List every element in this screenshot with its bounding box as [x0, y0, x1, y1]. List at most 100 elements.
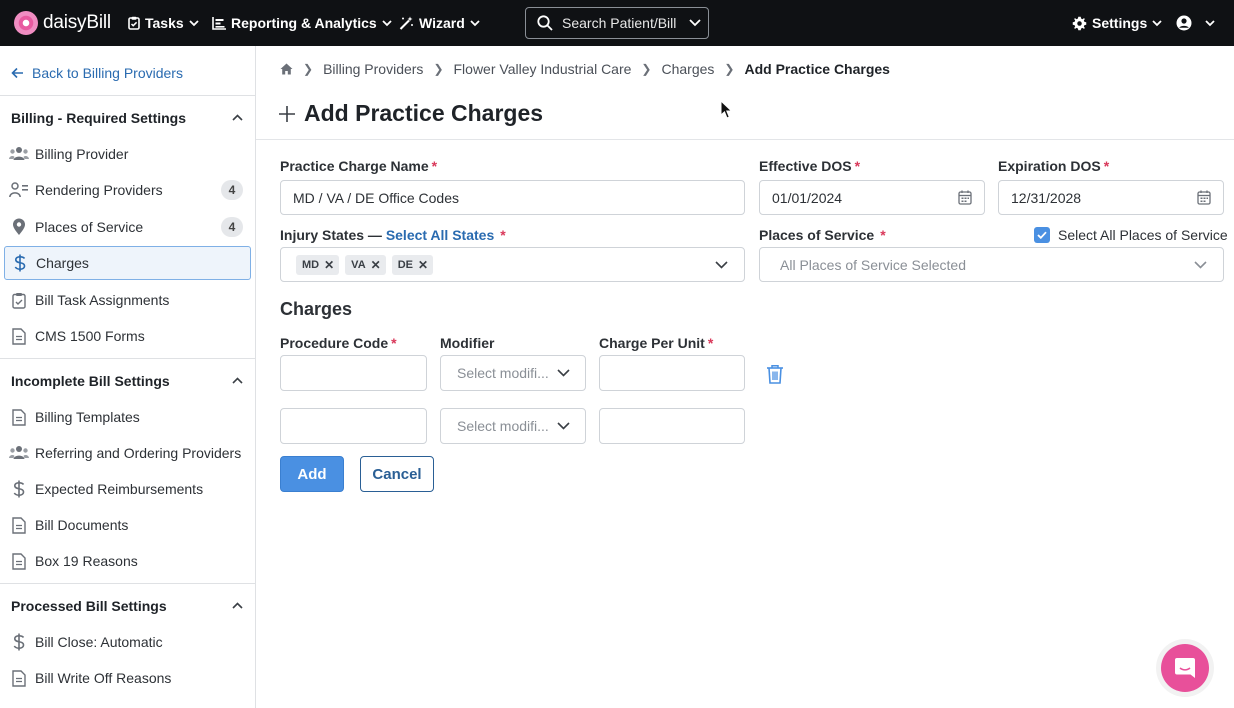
expiration-dos-input[interactable]: 12/31/2028: [998, 180, 1224, 215]
charge-per-unit-input[interactable]: [599, 408, 745, 444]
chevron-down-icon: [189, 19, 199, 26]
reporting-label: Reporting & Analytics: [231, 15, 377, 31]
breadcrumb-billing-providers[interactable]: Billing Providers: [323, 61, 423, 77]
top-navbar: daisyBill Tasks Reporting & Analytics Wi…: [0, 0, 1234, 46]
clipboard-check-icon: [9, 290, 29, 310]
document-icon: [9, 326, 29, 346]
sidebar-item-label: Referring and Ordering Providers: [35, 445, 242, 461]
wizard-menu[interactable]: Wizard: [399, 14, 480, 32]
document-icon: [9, 515, 29, 535]
checkmark-icon: [1037, 231, 1047, 239]
sidebar-item-bill-task-assignments[interactable]: Bill Task Assignments: [4, 283, 251, 317]
chevron-down-icon: [557, 422, 570, 430]
chevron-down-icon[interactable]: [1194, 261, 1207, 269]
sidebar-item-bill-documents[interactable]: Bill Documents: [4, 508, 251, 542]
search-patient-bill[interactable]: Search Patient/Bill: [525, 7, 709, 39]
modifier-select[interactable]: Select modifi...: [440, 408, 586, 444]
sidebar-item-cms-1500-forms[interactable]: CMS 1500 Forms: [4, 319, 251, 353]
chevron-down-icon[interactable]: [715, 261, 728, 269]
daisybill-logo[interactable]: daisyBill: [14, 10, 111, 36]
state-chip-de: DE ✕: [391, 254, 434, 275]
reporting-menu[interactable]: Reporting & Analytics: [212, 14, 392, 32]
calendar-icon[interactable]: [958, 190, 972, 205]
mouse-cursor-icon: [720, 100, 733, 119]
chevron-down-icon: [470, 19, 480, 26]
charge-name-input[interactable]: MD / VA / DE Office Codes: [280, 180, 745, 215]
settings-menu[interactable]: Settings: [1072, 14, 1162, 32]
calendar-icon[interactable]: [1197, 190, 1211, 205]
sidebar-item-label: Billing Templates: [35, 409, 140, 425]
expiration-dos-label: Expiration DOS *: [998, 158, 1110, 174]
select-all-places-checkbox[interactable]: [1034, 227, 1050, 243]
sidebar-item-label: Expected Reimbursements: [35, 481, 204, 497]
chat-launcher-button[interactable]: [1161, 644, 1209, 692]
expiration-dos-value: 12/31/2028: [1011, 189, 1082, 206]
charge-name-value: MD / VA / DE Office Codes: [293, 189, 459, 206]
sidebar-item-referring-ordering-providers[interactable]: Referring and Ordering Providers: [4, 436, 251, 470]
modifier-placeholder: Select modifi...: [457, 365, 549, 381]
sidebar-item-label: Box 19 Reasons: [35, 553, 138, 569]
sidebar-item-box-19-reasons[interactable]: Box 19 Reasons: [4, 544, 251, 578]
state-chip-va: VA ✕: [345, 254, 386, 275]
back-to-billing-providers-link[interactable]: Back to Billing Providers: [11, 65, 183, 81]
chevron-down-icon: [1152, 19, 1162, 26]
count-badge: 4: [221, 217, 243, 237]
procedure-code-input[interactable]: [280, 355, 427, 391]
sidebar-item-label: CMS 1500 Forms: [35, 328, 145, 344]
injury-states-select[interactable]: MD ✕ VA ✕ DE ✕: [280, 247, 745, 282]
charge-per-unit-label: Charge Per Unit *: [599, 335, 714, 351]
home-icon[interactable]: [280, 63, 293, 75]
remove-chip-icon[interactable]: ✕: [324, 258, 334, 272]
breadcrumb-charges[interactable]: Charges: [661, 61, 714, 77]
section-processed-bill[interactable]: Processed Bill Settings: [0, 583, 255, 627]
modifier-label: Modifier: [440, 335, 495, 351]
daisy-flower-icon: [14, 11, 38, 35]
add-button[interactable]: Add: [280, 456, 344, 492]
section-title: Incomplete Bill Settings: [11, 372, 170, 389]
section-title: Billing - Required Settings: [11, 109, 187, 126]
cancel-button[interactable]: Cancel: [360, 456, 434, 492]
tasks-menu[interactable]: Tasks: [128, 14, 199, 32]
chat-bubble-icon: [1175, 658, 1195, 678]
user-menu[interactable]: [1176, 14, 1215, 32]
sidebar-item-billing-templates[interactable]: Billing Templates: [4, 400, 251, 434]
select-all-states-link[interactable]: Select All States: [386, 227, 494, 243]
charge-per-unit-input[interactable]: [599, 355, 745, 391]
modifier-select[interactable]: Select modifi...: [440, 355, 586, 391]
sidebar-item-charges[interactable]: Charges: [4, 246, 251, 280]
chevron-right-icon: ❯: [433, 62, 444, 76]
remove-chip-icon[interactable]: ✕: [371, 258, 381, 272]
sidebar-item-rendering-providers[interactable]: Rendering Providers 4: [4, 173, 251, 207]
gear-icon: [1072, 16, 1087, 30]
magic-wand-icon: [399, 16, 413, 30]
places-of-service-select[interactable]: All Places of Service Selected: [759, 247, 1224, 282]
select-all-places-label[interactable]: Select All Places of Service: [1058, 227, 1228, 243]
plus-icon: [279, 105, 295, 122]
sidebar-item-bill-write-off-reasons[interactable]: Bill Write Off Reasons: [4, 661, 251, 695]
document-icon: [9, 551, 29, 571]
logo-text: daisyBill: [43, 12, 111, 33]
count-badge: 4: [221, 180, 243, 200]
breadcrumb-provider[interactable]: Flower Valley Industrial Care: [454, 61, 632, 77]
sidebar-item-label: Bill Documents: [35, 517, 129, 533]
trash-icon[interactable]: [766, 364, 784, 384]
section-incomplete-bill[interactable]: Incomplete Bill Settings: [0, 358, 255, 402]
procedure-code-label: Procedure Code *: [280, 335, 397, 351]
sidebar-item-label: Bill Write Off Reasons: [35, 670, 172, 686]
sidebar-item-bill-close-automatic[interactable]: Bill Close: Automatic: [4, 625, 251, 659]
injury-states-label: Injury States — Select All States *: [280, 227, 506, 243]
procedure-code-input[interactable]: [280, 408, 427, 444]
page-title: Add Practice Charges: [278, 100, 543, 127]
effective-dos-input[interactable]: 01/01/2024: [759, 180, 985, 215]
dollar-icon: [9, 479, 29, 499]
sidebar-item-expected-reimbursements[interactable]: Expected Reimbursements: [4, 472, 251, 506]
chevron-down-icon: [382, 19, 392, 26]
charge-name-label: Practice Charge Name *: [280, 158, 438, 174]
users-icon: [9, 144, 29, 164]
sidebar-item-places-of-service[interactable]: Places of Service 4: [4, 210, 251, 244]
remove-chip-icon[interactable]: ✕: [418, 258, 428, 272]
state-chip-md: MD ✕: [296, 254, 340, 275]
arrow-left-icon: [11, 67, 23, 79]
sidebar-item-billing-provider[interactable]: Billing Provider: [4, 137, 251, 171]
section-billing-required[interactable]: Billing - Required Settings: [0, 95, 255, 139]
